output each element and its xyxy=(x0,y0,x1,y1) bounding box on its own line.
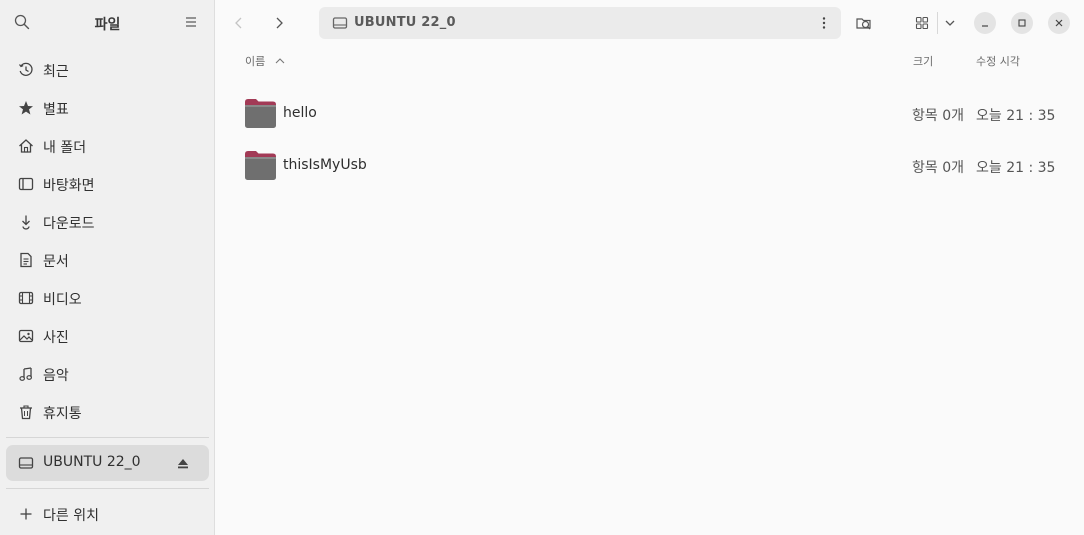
clock-icon xyxy=(19,62,33,76)
sidebar-item-label: 다른 위치 xyxy=(43,508,99,524)
sidebar-divider xyxy=(6,488,209,489)
file-modified: 오늘 21 : 35 xyxy=(976,160,1056,176)
sidebar-item-home[interactable]: 내 폴더 xyxy=(6,128,209,164)
sidebar-item-label: 사진 xyxy=(43,330,69,346)
column-header-name[interactable]: 이름 xyxy=(245,53,265,69)
desktop-icon xyxy=(18,177,34,191)
chevron-down-icon xyxy=(945,20,955,26)
search-folder-button[interactable] xyxy=(849,8,879,38)
column-header-modified[interactable]: 수정 시각 xyxy=(976,53,1020,69)
sidebar-item-label: 문서 xyxy=(43,254,69,270)
path-bar[interactable]: UBUNTU 22_0 xyxy=(319,7,841,39)
view-options-button[interactable] xyxy=(935,8,965,38)
sidebar-item-label: 최근 xyxy=(43,64,69,80)
view-grid-button[interactable] xyxy=(907,8,937,38)
folder-icon xyxy=(245,151,276,180)
sidebar-item-music[interactable]: 음악 xyxy=(6,356,209,392)
sort-ascending-icon xyxy=(275,58,285,64)
eject-icon[interactable] xyxy=(176,456,190,470)
sidebar-item-desktop[interactable]: 바탕화면 xyxy=(6,166,209,202)
sidebar-item-label: 내 폴더 xyxy=(43,140,87,156)
star-icon xyxy=(19,101,33,115)
sidebar-title: 파일 xyxy=(94,17,121,33)
drive-icon xyxy=(332,17,348,29)
home-icon xyxy=(19,139,33,153)
sidebar-header: 파일 xyxy=(0,0,215,46)
folder-icon xyxy=(245,99,276,128)
grid-icon xyxy=(915,16,929,30)
sidebar-item-recent[interactable]: 최근 xyxy=(6,52,209,88)
sidebar-item-label: 비디오 xyxy=(43,292,82,308)
column-header-size[interactable]: 크기 xyxy=(913,53,933,69)
minimize-icon xyxy=(982,25,988,27)
document-icon xyxy=(20,252,32,268)
sidebar-item-label: 휴지통 xyxy=(43,406,82,422)
sidebar-item-label: UBUNTU 22_0 xyxy=(43,454,141,470)
sidebar-item-downloads[interactable]: 다운로드 xyxy=(6,204,209,240)
sidebar-item-label: 별표 xyxy=(43,102,69,118)
forward-button[interactable] xyxy=(264,8,294,38)
more-options-icon[interactable] xyxy=(816,15,832,31)
picture-icon xyxy=(18,329,34,343)
maximize-icon xyxy=(1018,19,1026,27)
sidebar-item-label: 음악 xyxy=(43,368,69,384)
file-modified: 오늘 21 : 35 xyxy=(976,108,1056,124)
search-folder-icon xyxy=(856,18,871,30)
sidebar: 파일 최근 별표 내 폴더 바탕화면 다운로드 문서 비디오 사진 음악 휴지통… xyxy=(0,0,215,535)
sidebar-item-trash[interactable]: 휴지통 xyxy=(6,394,209,430)
maximize-button[interactable] xyxy=(1011,12,1033,34)
drive-icon xyxy=(18,457,34,469)
file-name: thisIsMyUsb xyxy=(283,157,367,173)
chevron-left-icon xyxy=(235,17,242,29)
chevron-right-icon xyxy=(276,17,283,29)
close-button[interactable] xyxy=(1048,12,1070,34)
path-label: UBUNTU 22_0 xyxy=(354,15,456,30)
sidebar-item-starred[interactable]: 별표 xyxy=(6,90,209,126)
sidebar-item-pictures[interactable]: 사진 xyxy=(6,318,209,354)
file-name: hello xyxy=(283,105,317,121)
file-size: 항목 0개 xyxy=(912,108,964,124)
sidebar-item-documents[interactable]: 문서 xyxy=(6,242,209,278)
sidebar-item-label: 다운로드 xyxy=(43,216,95,232)
sidebar-item-drive[interactable]: UBUNTU 22_0 xyxy=(6,445,209,481)
video-icon xyxy=(18,291,34,305)
hamburger-menu-icon[interactable] xyxy=(184,15,198,29)
back-button[interactable] xyxy=(224,8,254,38)
file-size: 항목 0개 xyxy=(912,160,964,176)
file-row[interactable]: hello 항목 0개 오늘 21 : 35 xyxy=(240,92,1066,136)
sidebar-item-other-locations[interactable]: 다른 위치 xyxy=(6,496,209,532)
download-icon xyxy=(22,215,30,230)
minimize-button[interactable] xyxy=(974,12,996,34)
main-pane: UBUNTU 22_0 이름 크기 수정 시각 hello 항목 0개 오늘 2… xyxy=(216,0,1084,535)
sidebar-divider xyxy=(6,437,209,438)
sidebar-item-label: 바탕화면 xyxy=(43,178,95,194)
sidebar-item-videos[interactable]: 비디오 xyxy=(6,280,209,316)
plus-icon xyxy=(20,508,32,520)
music-icon xyxy=(19,367,33,381)
trash-icon xyxy=(20,405,32,420)
close-icon xyxy=(1055,19,1063,27)
file-row[interactable]: thisIsMyUsb 항목 0개 오늘 21 : 35 xyxy=(240,144,1066,188)
